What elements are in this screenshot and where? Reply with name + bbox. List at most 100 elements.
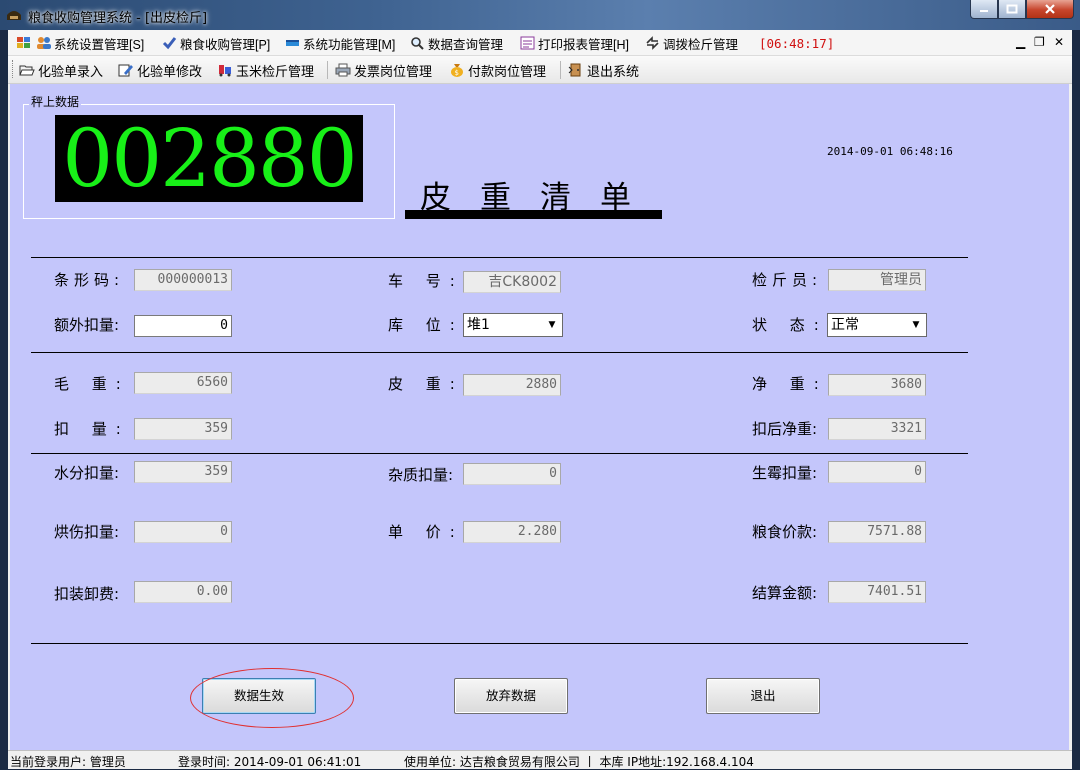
mildew-field[interactable]: 0 <box>828 461 926 483</box>
toolbar-label: 发票岗位管理 <box>354 63 433 79</box>
menu-transfer-weighing[interactable]: 调拨检斤管理 <box>645 34 738 52</box>
gross-field[interactable]: 6560 <box>134 372 232 394</box>
apply-data-button[interactable]: 数据生效 <box>202 678 316 714</box>
grain-payment-field[interactable]: 7571.88 <box>828 521 926 543</box>
storage-value: 堆1 <box>467 317 490 333</box>
moisture-label: 水分扣量: <box>54 464 120 482</box>
barcode-field[interactable]: 000000013 <box>134 269 232 291</box>
toolbar-invoice-post[interactable]: 发票岗位管理 <box>335 61 432 79</box>
heat-damage-label: 烘伤扣量: <box>54 523 120 541</box>
gross-label: 毛 重: <box>54 375 130 393</box>
toolbar-lab-edit[interactable]: 化验单修改 <box>118 61 202 79</box>
menu-system-settings[interactable] <box>16 34 34 52</box>
scale-led-display: 002880 <box>55 115 363 202</box>
storage-select[interactable]: 堆1 ▼ <box>463 313 563 337</box>
corn-cart-icon <box>217 63 233 77</box>
impurity-label: 杂质扣量: <box>388 466 454 484</box>
toolbar-exit-system[interactable]: 退出系统 <box>568 61 639 79</box>
window-controls <box>970 0 1074 20</box>
menu-print-reports[interactable]: 打印报表管理[H] <box>520 34 629 52</box>
window-titlebar[interactable]: 粮食收购管理系统 - [出皮检斤] <box>0 0 1080 30</box>
price-label: 单 价: <box>388 523 464 541</box>
price-field[interactable]: 2.280 <box>463 521 561 543</box>
mdi-close-icon[interactable]: ✕ <box>1054 35 1064 49</box>
toolbar-grip[interactable] <box>12 60 15 78</box>
close-button[interactable] <box>1026 0 1074 19</box>
dropdown-arrow-icon[interactable]: ▼ <box>545 318 559 332</box>
status-select[interactable]: 正常 ▼ <box>827 313 927 337</box>
printer-icon <box>335 63 351 77</box>
net-label: 净 重: <box>752 375 828 393</box>
toolbar: 化验单录入 化验单修改 玉米检斤管理 发票岗位管理 $ 付款岗位管理 退出系统 <box>8 55 1072 84</box>
heat-damage-field[interactable]: 0 <box>134 521 232 543</box>
tare-label: 皮 重: <box>388 375 464 393</box>
menu-system-settings-label[interactable]: 系统设置管理[S] <box>36 34 144 52</box>
net-after-field[interactable]: 3321 <box>828 418 926 440</box>
menu-label: 粮食收购管理[P] <box>180 37 271 52</box>
plate-label: 车 号: <box>388 272 464 290</box>
scale-data-caption: 秤上数据 <box>29 93 82 110</box>
extra-deduct-input[interactable]: 0 <box>134 315 232 337</box>
report-icon <box>520 36 535 50</box>
barcode-label: 条形码: <box>54 271 125 289</box>
discard-data-button[interactable]: 放弃数据 <box>454 678 568 714</box>
toolbar-corn-weighing[interactable]: 玉米检斤管理 <box>217 61 314 79</box>
toolbar-separator <box>560 61 561 79</box>
tare-field[interactable]: 2880 <box>463 374 561 396</box>
deduct-field[interactable]: 359 <box>134 418 232 440</box>
toolbar-lab-entry[interactable]: 化验单录入 <box>19 61 103 79</box>
exit-button[interactable]: 退出 <box>706 678 820 714</box>
settlement-label: 结算金额: <box>752 584 818 602</box>
toolbar-payment-post[interactable]: $ 付款岗位管理 <box>449 61 546 79</box>
toolbar-label: 玉米检斤管理 <box>236 63 315 79</box>
divider <box>31 643 968 644</box>
menu-system-functions[interactable]: 系统功能管理[M] <box>285 34 395 52</box>
minimize-button[interactable] <box>970 0 998 19</box>
transfer-arrows-icon <box>645 36 660 50</box>
users-icon <box>36 36 51 50</box>
extra-deduct-label: 额外扣量: <box>54 316 120 334</box>
menu-bar: 系统设置管理[S] 粮食收购管理[P] 系统功能管理[M] 数据查询管理 打印报… <box>8 30 1072 55</box>
grain-payment-label: 粮食价款: <box>752 523 818 541</box>
divider <box>31 453 968 454</box>
menu-label: 数据查询管理 <box>428 37 504 52</box>
menu-label: 系统功能管理[M] <box>303 37 396 52</box>
toolbar-label: 化验单录入 <box>38 63 104 79</box>
status-label: 状 态: <box>752 316 828 334</box>
check-icon <box>162 36 177 50</box>
net-field[interactable]: 3680 <box>828 374 926 396</box>
app-icon <box>6 7 22 21</box>
moisture-field[interactable]: 359 <box>134 461 232 483</box>
toolbar-label: 化验单修改 <box>137 63 203 79</box>
mdi-restore-icon[interactable]: ❐ <box>1034 35 1045 49</box>
loading-fee-field[interactable]: 0.00 <box>134 581 232 603</box>
toolbar-separator <box>327 61 328 79</box>
mildew-label: 生霉扣量: <box>752 464 818 482</box>
storage-label: 库 位: <box>388 316 464 334</box>
inspector-field[interactable]: 管理员 <box>828 269 926 291</box>
svg-text:$: $ <box>455 69 459 77</box>
status-value: 正常 <box>831 317 859 333</box>
main-window: 系统设置管理[S] 粮食收购管理[P] 系统功能管理[M] 数据查询管理 打印报… <box>8 30 1072 769</box>
mdi-minimize-icon[interactable]: ▁ <box>1016 35 1025 49</box>
deduct-label: 扣 量: <box>54 420 130 438</box>
form-datetime: 2014-09-01 06:48:16 <box>827 145 953 158</box>
dropdown-arrow-icon[interactable]: ▼ <box>909 318 923 332</box>
menu-clock: [06:48:17] <box>759 35 835 51</box>
edit-document-icon <box>118 63 134 77</box>
menu-label: 打印报表管理[H] <box>538 37 629 52</box>
status-user: 当前登录用户: 管理员 <box>10 755 126 769</box>
status-login-time: 登录时间: 2014-09-01 06:41:01 <box>178 755 362 769</box>
magnifier-icon <box>410 36 425 50</box>
settlement-field[interactable]: 7401.51 <box>828 581 926 603</box>
menu-label: 调拨检斤管理 <box>663 37 739 52</box>
window-title: 粮食收购管理系统 - [出皮检斤] <box>28 11 208 26</box>
menu-grain-purchase[interactable]: 粮食收购管理[P] <box>162 34 270 52</box>
menu-data-query[interactable]: 数据查询管理 <box>410 34 503 52</box>
window-icon <box>285 36 300 50</box>
divider <box>31 257 968 258</box>
status-bar: 当前登录用户: 管理员 登录时间: 2014-09-01 06:41:01 使用… <box>8 750 1072 769</box>
maximize-button[interactable] <box>998 0 1026 19</box>
impurity-field[interactable]: 0 <box>463 463 561 485</box>
plate-field[interactable]: 吉CK8002 <box>463 271 561 293</box>
